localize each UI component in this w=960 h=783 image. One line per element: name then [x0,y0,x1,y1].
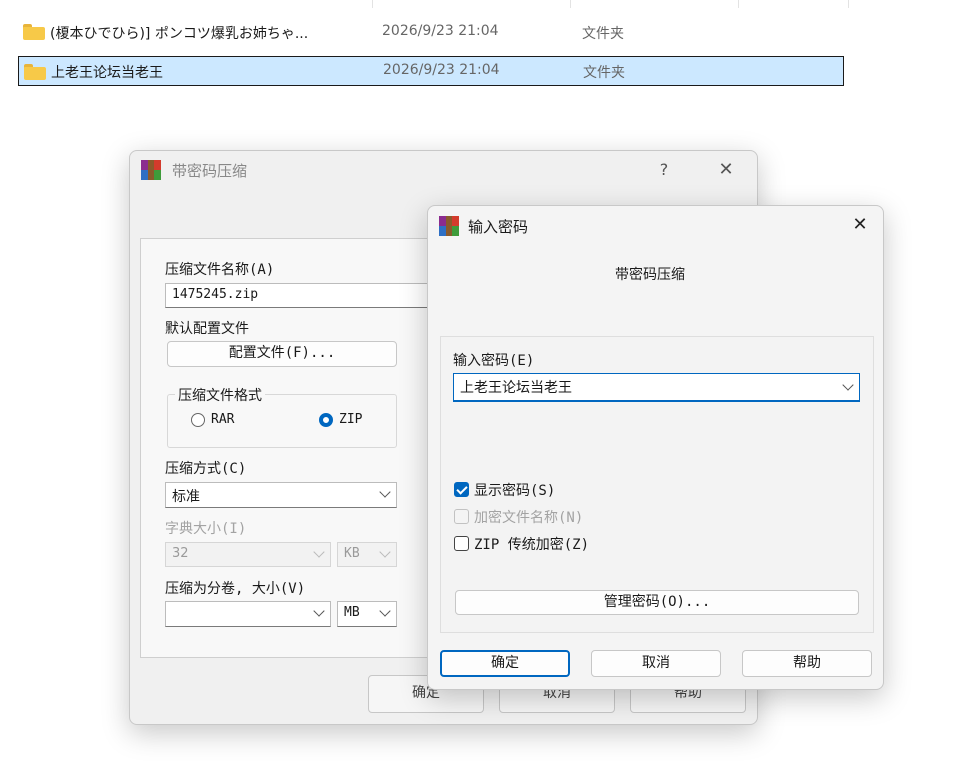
format-label: 压缩文件格式 [175,385,265,405]
method-label: 压缩方式(C) [165,461,247,477]
dict-select: 32 [165,542,331,567]
format-rar-radio[interactable] [191,413,205,427]
file-row[interactable]: (榎本ひでひら)] ポンコツ爆乳お姉ちゃ... 2026/9/23 21:04 … [18,17,844,47]
format-zip-radio[interactable] [319,413,333,427]
password-dialog: 输入密码 ✕ 带密码压缩 输入密码(E) 上老王论坛当老王 显示密码(S) 加密… [427,205,884,690]
password-dialog-title: 输入密码 [468,218,529,236]
split-size-input[interactable] [165,601,331,627]
encrypt-filenames-checkbox [454,509,469,524]
show-password-checkbox[interactable] [454,482,469,497]
archive-dialog-title: 带密码压缩 [172,162,248,180]
zip-legacy-label: ZIP 传统加密(Z) [474,537,590,553]
zip-legacy-checkbox[interactable] [454,536,469,551]
show-password-label: 显示密码(S) [474,483,556,499]
dict-label: 字典大小(I) [165,521,247,537]
password-value: 上老王论坛当老王 [460,380,572,396]
file-type: 文件夹 [583,65,625,81]
password-dialog-titlebar[interactable]: 输入密码 ✕ [428,206,883,246]
file-row-selected[interactable]: 上老王论坛当老王 2026/9/23 21:04 文件夹 [18,56,844,86]
archive-name-label: 压缩文件名称(A) [165,262,275,278]
chevron-down-icon [842,379,854,391]
close-icon[interactable]: ✕ [846,214,874,235]
column-divider [848,0,849,8]
column-divider [570,0,571,8]
file-date: 2026/9/23 21:04 [382,23,499,39]
file-type: 文件夹 [582,26,624,42]
method-value: 标准 [172,489,200,505]
password-panel: 输入密码(E) 上老王论坛当老王 显示密码(S) 加密文件名称(N) ZIP 传… [440,336,874,633]
winrar-icon [141,160,161,180]
split-unit-value: MB [344,605,360,620]
password-input[interactable]: 上老王论坛当老王 [453,373,860,402]
chevron-down-icon [379,486,391,498]
password-cancel-button[interactable]: 取消 [591,650,721,677]
chevron-down-icon [379,605,391,617]
password-dialog-subtitle: 带密码压缩 [615,267,685,283]
format-zip-label: ZIP [339,412,363,427]
archive-dialog-titlebar[interactable]: 带密码压缩 ? ✕ [130,151,757,191]
password-ok-button[interactable]: 确定 [440,650,570,677]
manage-passwords-button[interactable]: 管理密码(O)... [455,590,859,615]
profile-label: 默认配置文件 [165,321,249,337]
column-divider [738,0,739,8]
password-help-button[interactable]: 帮助 [742,650,872,677]
profile-button[interactable]: 配置文件(F)... [167,341,397,367]
folder-icon [24,64,46,80]
format-rar-label: RAR [211,412,235,427]
winrar-icon [439,216,459,236]
help-icon[interactable]: ? [650,160,678,179]
file-name: (榎本ひでひら)] ポンコツ爆乳お姉ちゃ... [50,26,309,42]
chevron-down-icon [313,605,325,617]
folder-icon [23,24,45,40]
archive-name-input[interactable]: 1475245.zip [165,283,465,308]
file-name: 上老王论坛当老王 [51,65,163,81]
column-divider [372,0,373,8]
file-date: 2026/9/23 21:04 [383,62,500,78]
encrypt-filenames-label: 加密文件名称(N) [474,510,584,526]
split-unit-select[interactable]: MB [337,601,397,627]
close-icon[interactable]: ✕ [712,159,740,180]
method-select[interactable]: 标准 [165,482,397,508]
dict-value: 32 [172,546,189,561]
password-label: 输入密码(E) [453,353,535,369]
dict-unit-select: KB [337,542,397,567]
split-label: 压缩为分卷, 大小(V) [165,581,306,597]
chevron-down-icon [313,546,325,558]
dict-unit-value: KB [344,546,360,561]
chevron-down-icon [379,546,391,558]
